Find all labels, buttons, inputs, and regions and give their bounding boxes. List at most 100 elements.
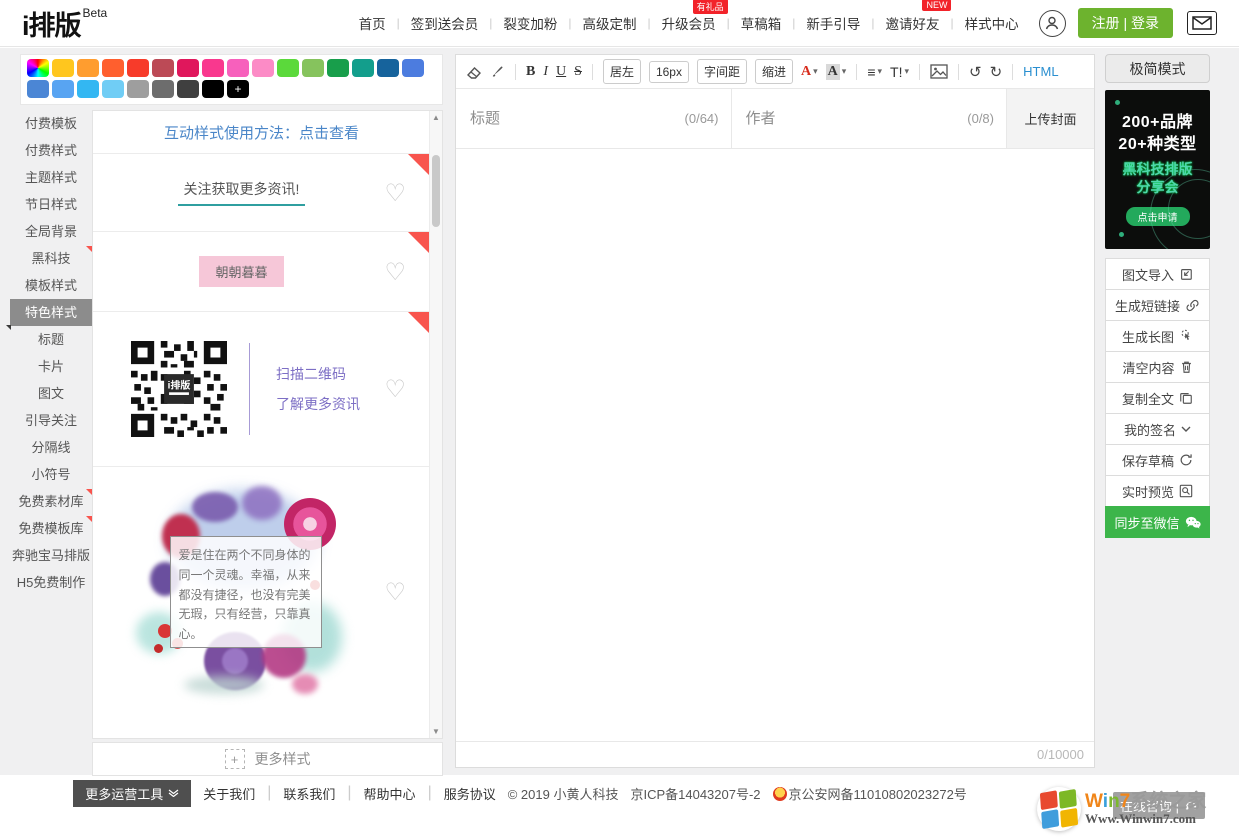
tool-button-复制全文[interactable]: 复制全文: [1105, 382, 1210, 414]
tool-button-同步至微信[interactable]: 同步至微信: [1105, 506, 1210, 538]
scroll-down-arrow[interactable]: ▼: [430, 727, 442, 736]
color-swatch-6D6D6D[interactable]: [152, 80, 174, 98]
color-swatch-F9388E[interactable]: [202, 59, 224, 77]
style-help-link[interactable]: 互动样式使用方法：点击查看: [164, 122, 359, 143]
author-input[interactable]: [746, 110, 962, 127]
html-view-button[interactable]: HTML: [1023, 64, 1058, 79]
tool-button-生成短链接[interactable]: 生成短链接: [1105, 289, 1210, 321]
nav-item-1[interactable]: 首页: [357, 13, 388, 33]
strikethrough-button[interactable]: S: [574, 64, 582, 80]
color-swatch-4C7CDF[interactable]: [402, 59, 424, 77]
footer-link-3[interactable]: 帮助中心: [364, 784, 416, 803]
color-swatch-BC4A56[interactable]: [152, 59, 174, 77]
insert-image-button[interactable]: [930, 64, 948, 79]
color-swatch-9E9E9E[interactable]: [127, 80, 149, 98]
undo-button[interactable]: ↺: [969, 63, 982, 81]
line-height-button[interactable]: T!▾: [890, 64, 909, 80]
sidebar-item-引导关注[interactable]: 引导关注: [10, 407, 92, 434]
mail-button[interactable]: [1187, 11, 1217, 35]
color-swatch-58A4F2[interactable]: [52, 80, 74, 98]
nav-item-2[interactable]: 签到送会员: [409, 13, 481, 33]
sidebar-item-卡片[interactable]: 卡片: [10, 353, 92, 380]
register-login-button[interactable]: 注册 | 登录: [1078, 8, 1173, 38]
align-button[interactable]: 居左: [603, 59, 641, 84]
color-swatch-3F3F3F[interactable]: [177, 80, 199, 98]
nav-item-5[interactable]: 升级会员有礼品: [660, 13, 718, 33]
letter-spacing-button[interactable]: 字间距: [697, 59, 747, 84]
redo-button[interactable]: ↻: [990, 63, 1003, 81]
sidebar-item-付费样式[interactable]: 付费样式: [10, 137, 92, 164]
footer-link-4[interactable]: 服务协议: [444, 784, 496, 803]
minimal-mode-button[interactable]: 极简模式: [1105, 54, 1210, 83]
tool-button-生成长图[interactable]: 生成长图: [1105, 320, 1210, 352]
color-swatch-F760BC[interactable]: [227, 59, 249, 77]
style-panel-scrollbar[interactable]: ▲ ▼: [429, 111, 442, 738]
sidebar-item-免费模板库[interactable]: 免费模板库: [10, 515, 92, 542]
color-wheel-swatch[interactable]: [27, 59, 49, 77]
more-styles-button[interactable]: + 更多样式: [92, 742, 443, 776]
format-brush-button[interactable]: [490, 64, 505, 79]
sidebar-item-模板样式[interactable]: 模板样式: [10, 272, 92, 299]
title-input[interactable]: [470, 110, 679, 127]
tool-button-我的签名[interactable]: 我的签名: [1105, 413, 1210, 445]
color-swatch-000000[interactable]: [202, 80, 224, 98]
nav-item-6[interactable]: 草稿箱: [739, 13, 784, 33]
favorite-heart-icon[interactable]: ♡: [384, 578, 406, 606]
style-item-qrcode[interactable]: i排版 扫描二维码 了解更多资讯 ♡: [93, 312, 430, 467]
sidebar-item-免费素材库[interactable]: 免费素材库: [10, 488, 92, 515]
footer-link-2[interactable]: 联系我们: [283, 784, 335, 803]
bold-button[interactable]: B: [526, 64, 535, 80]
favorite-heart-icon[interactable]: ♡: [384, 258, 406, 286]
tool-button-保存草稿[interactable]: 保存草稿: [1105, 444, 1210, 476]
editor-content-area[interactable]: [456, 149, 1094, 741]
color-swatch-16639C[interactable]: [377, 59, 399, 77]
font-color-button[interactable]: A▾: [801, 64, 818, 80]
app-logo[interactable]: i排版 Beta: [22, 4, 107, 43]
sidebar-item-分隔线[interactable]: 分隔线: [10, 434, 92, 461]
color-swatch-33B7F2[interactable]: [77, 80, 99, 98]
color-swatch-189E4B[interactable]: [327, 59, 349, 77]
color-swatch-4B86D5[interactable]: [27, 80, 49, 98]
sidebar-item-节日样式[interactable]: 节日样式: [10, 191, 92, 218]
list-button[interactable]: ≡▾: [867, 64, 882, 80]
scrollbar-thumb[interactable]: [432, 155, 440, 227]
more-tools-button[interactable]: 更多运营工具: [73, 780, 191, 807]
scroll-up-arrow[interactable]: ▲: [430, 113, 442, 122]
sidebar-item-H5免费制作[interactable]: H5免费制作: [10, 569, 92, 596]
style-item-follow[interactable]: 关注获取更多资讯! ♡: [93, 154, 430, 232]
nav-item-9[interactable]: 样式中心: [963, 13, 1021, 33]
ad-banner[interactable]: 200+品牌 20+种类型 黑科技排版 分享会 点击申请: [1105, 90, 1210, 249]
upload-cover-button[interactable]: 上传封面: [1006, 89, 1094, 148]
footer-link-1[interactable]: 关于我们: [203, 784, 255, 803]
sidebar-item-奔驰宝马排版[interactable]: 奔驰宝马排版: [10, 542, 92, 569]
color-swatch-139E8C[interactable]: [352, 59, 374, 77]
sidebar-item-标题[interactable]: 标题: [10, 326, 92, 353]
sidebar-item-黑科技[interactable]: 黑科技: [10, 245, 92, 272]
color-swatch-5BD93B[interactable]: [277, 59, 299, 77]
format-brush-clear-button[interactable]: [466, 64, 482, 80]
color-swatch-FC8BC6[interactable]: [252, 59, 274, 77]
nav-item-4[interactable]: 高级定制: [580, 13, 638, 33]
color-swatch-70CDF5[interactable]: [102, 80, 124, 98]
sidebar-item-付费模板[interactable]: 付费模板: [10, 110, 92, 137]
style-item-floral-quote[interactable]: 爱是住在两个不同身体的同一个灵魂。幸福，从来都没有捷径，也没有完美无瑕，只有经营…: [93, 467, 430, 717]
indent-button[interactable]: 缩进: [755, 59, 793, 84]
favorite-heart-icon[interactable]: ♡: [384, 179, 406, 207]
style-item-pink-label[interactable]: 朝朝暮暮 ♡: [93, 232, 430, 312]
sidebar-item-图文[interactable]: 图文: [10, 380, 92, 407]
highlight-color-button[interactable]: A▾: [826, 64, 847, 80]
color-swatch-FF5F2E[interactable]: [102, 59, 124, 77]
underline-button[interactable]: U: [556, 64, 566, 80]
color-swatch-E0175C[interactable]: [177, 59, 199, 77]
nav-item-3[interactable]: 裂变加粉: [501, 13, 559, 33]
sidebar-item-主题样式[interactable]: 主题样式: [10, 164, 92, 191]
nav-item-8[interactable]: 邀请好友NEW: [883, 13, 941, 33]
italic-button[interactable]: I: [543, 64, 548, 80]
color-swatch-FF9D2F[interactable]: [77, 59, 99, 77]
tool-button-清空内容[interactable]: 清空内容: [1105, 351, 1210, 383]
color-swatch-86C35D[interactable]: [302, 59, 324, 77]
tool-button-图文导入[interactable]: 图文导入: [1105, 258, 1210, 290]
sidebar-item-小符号[interactable]: 小符号: [10, 461, 92, 488]
add-color-button[interactable]: +: [227, 80, 249, 98]
sidebar-item-特色样式[interactable]: 特色样式: [10, 299, 92, 326]
